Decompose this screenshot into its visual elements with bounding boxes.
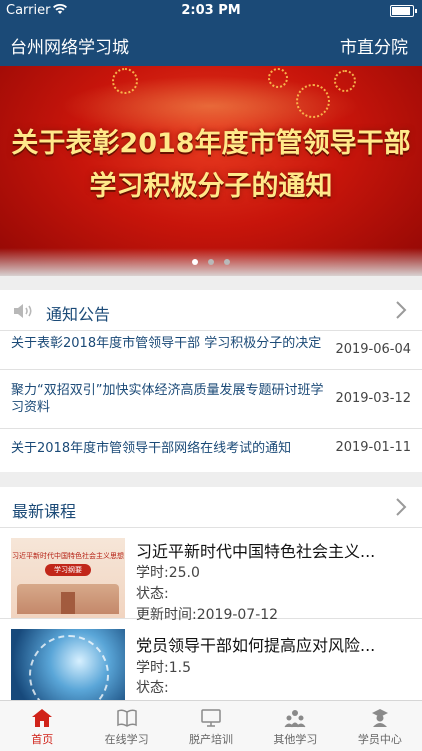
tab-home[interactable]: 首页 xyxy=(0,701,84,751)
tab-label: 学员中心 xyxy=(357,733,402,746)
firework-icon xyxy=(334,70,356,92)
tab-offline-training[interactable]: 脱产培训 xyxy=(169,701,253,751)
notice-section: 通知公告 关于表彰2018年度市管领导干部 学习积极分子的决定 2019-06-… xyxy=(0,290,422,472)
notice-header[interactable]: 通知公告 xyxy=(0,290,422,331)
course-hours: 学时:25.0 xyxy=(136,565,200,581)
chevron-right-icon[interactable] xyxy=(394,300,408,320)
nav-bar: 台州网络学习城 市直分院 xyxy=(0,22,422,66)
firework-icon xyxy=(296,84,330,118)
course-thumbnail xyxy=(11,629,125,709)
home-icon xyxy=(32,709,53,727)
course-status: 状态: xyxy=(136,680,169,696)
notice-date: 2019-06-04 xyxy=(335,342,411,357)
course-header[interactable]: 最新课程 xyxy=(0,487,422,528)
course-hours: 学时:1.5 xyxy=(136,660,191,676)
book-icon xyxy=(116,709,137,727)
thumbnail-caption: 习近平新时代中国特色社会主义思想 xyxy=(12,552,124,560)
tab-other-learning[interactable]: 其他学习 xyxy=(253,701,337,751)
banner-carousel[interactable]: 关于表彰2018年度市管领导干部 学习积极分子的通知 xyxy=(0,66,422,276)
globe-graphic xyxy=(29,635,109,709)
tiananmen-image xyxy=(17,584,119,614)
tab-label: 脱产培训 xyxy=(189,733,234,746)
tab-label: 在线学习 xyxy=(104,733,149,746)
student-icon xyxy=(371,709,388,727)
notice-item[interactable]: 关于表彰2018年度市管领导干部 学习积极分子的决定 2019-06-04 xyxy=(0,331,422,370)
notice-date: 2019-01-11 xyxy=(335,440,411,455)
course-thumbnail: 习近平新时代中国特色社会主义思想 学习纲要 xyxy=(11,538,125,618)
notice-text: 关于表彰2018年度市管领导干部 学习积极分子的决定 xyxy=(11,336,322,351)
notice-text: 关于2018年度市管领导干部网络在线考试的通知 xyxy=(11,441,292,456)
tab-student-center[interactable]: 学员中心 xyxy=(338,701,422,751)
course-name: 党员领导干部如何提高应对风险... xyxy=(136,636,376,655)
tab-label: 其他学习 xyxy=(273,733,318,746)
carousel-dots xyxy=(0,250,422,269)
notice-date: 2019-03-12 xyxy=(335,391,411,406)
course-status: 状态: xyxy=(136,586,169,602)
carousel-dot[interactable] xyxy=(224,259,230,265)
course-item[interactable]: 习近平新时代中国特色社会主义思想 学习纲要 习近平新时代中国特色社会主义... … xyxy=(0,528,422,623)
banner-headline: 关于表彰2018年度市管领导干部 xyxy=(11,128,411,159)
monitor-icon xyxy=(201,709,221,727)
speaker-icon xyxy=(14,304,32,318)
thumbnail-tag: 学习纲要 xyxy=(45,564,91,576)
notice-title: 通知公告 xyxy=(46,305,111,324)
app-title: 台州网络学习城 xyxy=(10,38,129,58)
notice-text: 聚力“双招双引”加快实体经济高质量发展专题研讨班学习资料 xyxy=(11,383,324,415)
firework-icon xyxy=(268,68,288,88)
carousel-dot[interactable] xyxy=(208,259,214,265)
course-name: 习近平新时代中国特色社会主义... xyxy=(136,542,376,561)
branch-selector[interactable]: 市直分院 xyxy=(340,33,408,58)
tab-label: 首页 xyxy=(31,733,54,746)
chevron-right-icon[interactable] xyxy=(394,497,408,517)
tab-online-learning[interactable]: 在线学习 xyxy=(84,701,168,751)
notice-item[interactable]: 关于2018年度市管领导干部网络在线考试的通知 2019-01-11 xyxy=(0,429,422,469)
course-section: 最新课程 习近平新时代中国特色社会主义思想 学习纲要 习近平新时代中国特色社会主… xyxy=(0,487,422,709)
carousel-dot[interactable] xyxy=(192,259,198,265)
course-title: 最新课程 xyxy=(12,502,77,521)
clock: 2:03 PM xyxy=(181,3,241,18)
banner-subheadline: 学习积极分子的通知 xyxy=(89,171,333,202)
firework-icon xyxy=(112,68,138,94)
people-icon xyxy=(285,710,306,728)
tab-bar: 首页 在线学习 脱产培训 其他学习 学员中心 xyxy=(0,700,422,751)
status-bar: Carrier 2:03 PM xyxy=(0,0,422,22)
notice-item[interactable]: 聚力“双招双引”加快实体经济高质量发展专题研讨班学习资料 2019-03-12 xyxy=(0,370,422,429)
course-item[interactable]: 党员领导干部如何提高应对风险... 学时:1.5 状态: xyxy=(0,619,422,709)
battery-icon xyxy=(390,5,417,17)
